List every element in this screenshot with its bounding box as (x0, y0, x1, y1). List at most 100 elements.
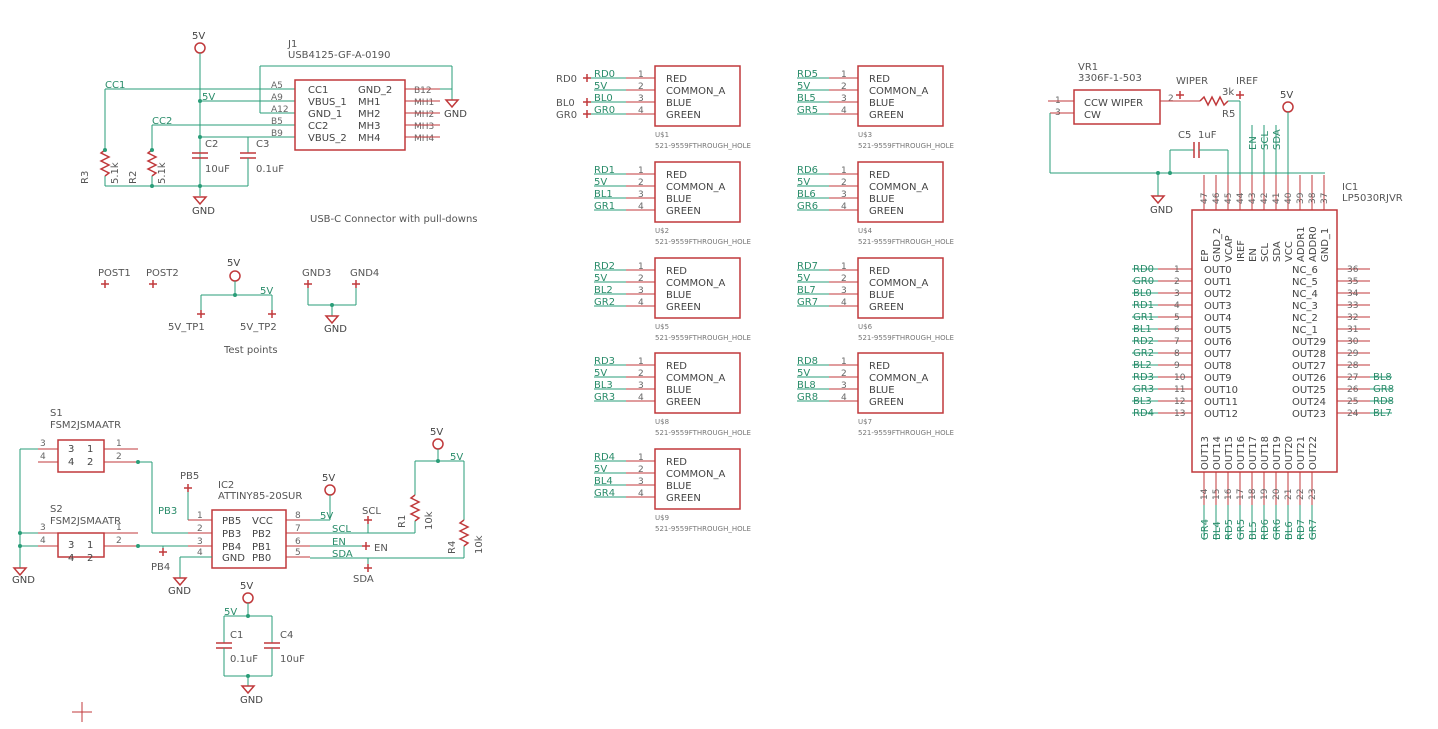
ic1-pin-number: 37 (1320, 193, 1330, 204)
ic1-net-label: RD0 (1133, 264, 1154, 275)
ic1-pin-number: 10 (1174, 373, 1186, 383)
led-pin-label: BLUE (666, 481, 692, 492)
ic1-pin-label: OUT8 (1204, 361, 1232, 372)
led-pin-number: 3 (841, 381, 847, 391)
ic1-pin-number: 38 (1308, 192, 1318, 204)
led-pin-number: 4 (841, 393, 847, 403)
c4-ref: C4 (280, 630, 293, 641)
led-testpoint-label: RD0 (556, 74, 577, 85)
ic1-net-label: BL1 (1133, 324, 1152, 335)
tp-5v-net: 5V (260, 286, 273, 297)
ic1-pin-label: OUT16 (1236, 436, 1247, 470)
ic1-pin-label: OUT6 (1204, 337, 1232, 348)
r5-value: 3k (1222, 87, 1234, 98)
tp-gnd-label: GND (324, 324, 347, 335)
ic1-pin-label: OUT29 (1292, 337, 1326, 348)
usb-gnd-bottom-label: GND (192, 206, 215, 217)
usb-pin-label: VBUS_2 (308, 133, 347, 144)
mcu-pin-label: PB4 (222, 542, 241, 553)
s1-pin3: 3 (68, 444, 74, 455)
led-part-value: 521-9559FTHROUGH_HOLE (858, 238, 954, 246)
led-pin-number: 1 (841, 166, 847, 176)
led-pin-label: GREEN (666, 302, 701, 313)
led-net-label: 5V (797, 81, 810, 92)
ic1-pin-number: 22 (1296, 489, 1306, 500)
led-pin-number: 2 (638, 178, 644, 188)
usb-pin-number: A5 (271, 81, 283, 91)
ic1-pin-label: OUT10 (1204, 385, 1238, 396)
ic1-pin-label: NC_1 (1292, 325, 1318, 336)
led-pin-number: 3 (638, 381, 644, 391)
led-pin-number: 3 (841, 94, 847, 104)
led-net-label: GR2 (594, 297, 615, 308)
ic1-pin-number: 41 (1272, 193, 1282, 204)
led-pin-number: 4 (638, 202, 644, 212)
s2-pin2: 2 (87, 553, 93, 564)
led-pin-number: 4 (638, 489, 644, 499)
led-pin-label: GREEN (869, 110, 904, 121)
usb-pin-number: MH2 (414, 110, 434, 120)
mcu-pin-label: GND (222, 553, 245, 564)
led-pin-label: COMMON_A (666, 86, 725, 97)
ic1-pin-number: 4 (1174, 301, 1180, 311)
s2-ref: S2 (50, 504, 63, 515)
led-pin-number: 1 (638, 453, 644, 463)
ic1-pin-number: 34 (1347, 289, 1359, 299)
led-pin-number: 1 (638, 262, 644, 272)
led-testpoint-label: GR0 (556, 110, 577, 121)
led-pin-number: 3 (638, 190, 644, 200)
r3-resistor (99, 149, 111, 177)
ic1-pin-number: 3 (1174, 289, 1180, 299)
s1-value: FSM2JSMAATR (50, 420, 121, 431)
led-pin-label: RED (666, 361, 687, 372)
ic1-net-label: GR5 (1236, 519, 1247, 540)
mcu-pin-number: 5 (295, 548, 301, 558)
ic1-pin-label: VCC (1284, 241, 1295, 262)
led-pin-number: 2 (841, 274, 847, 284)
s1-pin4: 4 (68, 457, 74, 468)
ic1-pin-number: 16 (1224, 488, 1234, 500)
s2-pnum3: 3 (40, 523, 46, 533)
led-net-label: BL4 (594, 476, 613, 487)
rgb-led: RED 1 RD1 COMMON_A 2 5V BLUE 3 BL1 GREEN 4 GR1 U$2 52… (594, 161, 751, 246)
ic1-net-label: GR8 (1373, 384, 1394, 395)
ic1-pin-number: 1 (1174, 265, 1180, 275)
ic1-pin-label: OUT9 (1204, 373, 1232, 384)
ic1-pin-label: NC_2 (1292, 313, 1318, 324)
led-pin-label: GREEN (869, 397, 904, 408)
led-ref: U$6 (858, 323, 873, 331)
vr1-cw: CW (1084, 110, 1101, 121)
post2-label: POST2 (146, 268, 179, 279)
led-pin-number: 4 (841, 298, 847, 308)
led-pin-label: RED (869, 170, 890, 181)
ic1-net-label: GR3 (1133, 384, 1154, 395)
pb5-tp-label: PB5 (180, 471, 199, 482)
led-pin-label: COMMON_A (666, 469, 725, 480)
ic1-pin-label: OUT24 (1292, 397, 1326, 408)
tp-vcc-label: 5V (227, 258, 240, 269)
led-pin-number: 3 (638, 286, 644, 296)
led-net-label: 5V (797, 177, 810, 188)
ic1-net-label: RD3 (1133, 372, 1154, 383)
ic1-net-label: RD7 (1296, 519, 1307, 540)
led-pin-label: COMMON_A (869, 86, 928, 97)
usb-pin-label: GND_1 (308, 109, 342, 120)
ic1-pin-number: 46 (1212, 192, 1222, 204)
led-ref: U$8 (655, 418, 669, 426)
led-pin-label: BLUE (666, 98, 692, 109)
ic1-pin-number: 27 (1347, 373, 1358, 383)
rgb-led: RED 1 RD6 COMMON_A 2 5V BLUE 3 BL6 GREEN 4 GR6 U$4 52… (797, 161, 954, 246)
ic1-pin-label: EP (1200, 250, 1211, 262)
ic1-pin-label: OUT26 (1292, 373, 1326, 384)
led-pin-label: RED (869, 266, 890, 277)
mcu-pin-number: 1 (197, 511, 203, 521)
led-pin-number: 4 (638, 106, 644, 116)
ic1-pin-label: OUT7 (1204, 349, 1232, 360)
ic1-pin-number: 28 (1347, 361, 1359, 371)
ic1-pin-number: 11 (1174, 385, 1185, 395)
ic1-pin-label: OUT22 (1308, 436, 1319, 470)
led-pin-label: GREEN (869, 302, 904, 313)
led-pin-label: BLUE (869, 194, 895, 205)
ic1-pin-label: OUT25 (1292, 385, 1326, 396)
ic1-pin-label: SCL (1260, 243, 1271, 262)
